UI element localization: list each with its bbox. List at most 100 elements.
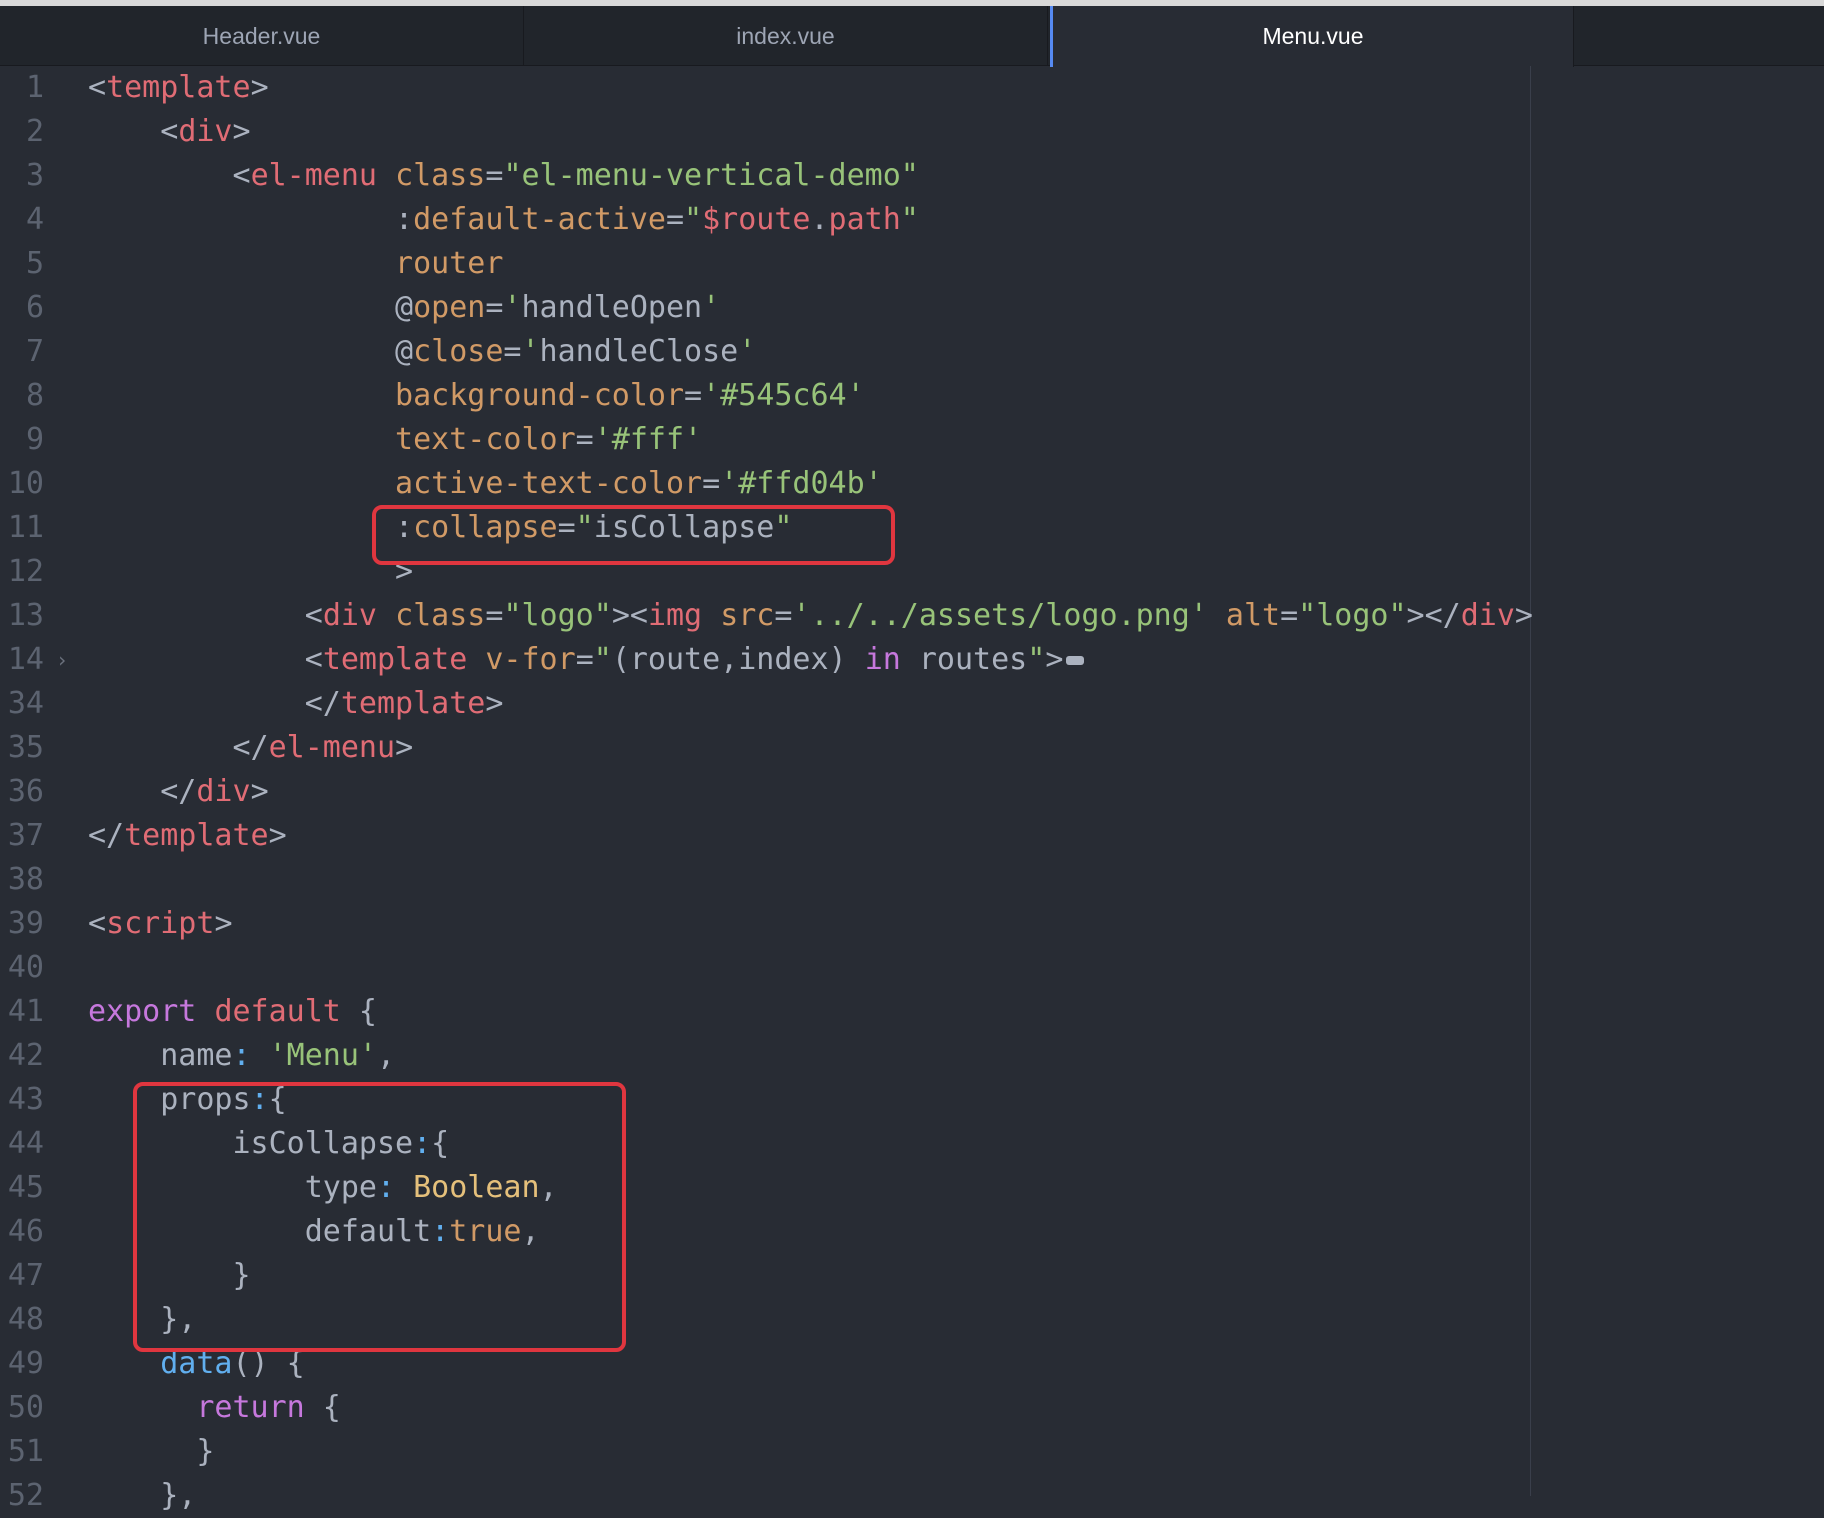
code-line[interactable]: 13 <div class="logo"><img src='../../ass… bbox=[0, 594, 1824, 638]
code-text: @close='handleClose' bbox=[88, 330, 756, 374]
code-token: = bbox=[503, 334, 522, 369]
code-line[interactable]: 2 <div> bbox=[0, 110, 1824, 154]
line-number: 2 bbox=[25, 114, 44, 149]
code-token: (route,index) bbox=[611, 642, 865, 677]
code-token: div bbox=[196, 774, 251, 809]
line-number: 43 bbox=[7, 1082, 44, 1117]
line-number: 14 bbox=[7, 642, 44, 677]
line-number: 45 bbox=[7, 1170, 44, 1205]
code-text: background-color='#545c64' bbox=[88, 374, 865, 418]
code-line[interactable]: 8 background-color='#545c64' bbox=[0, 374, 1824, 418]
code-token: : bbox=[88, 202, 414, 237]
line-number: 39 bbox=[7, 906, 44, 941]
line-number: 6 bbox=[25, 290, 44, 325]
line-number: 52 bbox=[7, 1478, 44, 1513]
code-token: " bbox=[593, 642, 612, 677]
code-text: active-text-color='#ffd04b' bbox=[88, 462, 883, 506]
code-token: src bbox=[720, 598, 775, 633]
line-number: 51 bbox=[7, 1434, 44, 1469]
line-number: 8 bbox=[25, 378, 44, 413]
code-line[interactable]: 9 text-color='#fff' bbox=[0, 418, 1824, 462]
code-line[interactable]: 6 @open='handleOpen' bbox=[0, 286, 1824, 330]
code-token: } bbox=[88, 1434, 215, 1469]
code-token: routes bbox=[900, 642, 1028, 677]
code-line[interactable]: 12 > bbox=[0, 550, 1824, 594]
code-line[interactable]: 41 export default { bbox=[0, 990, 1824, 1034]
tab-bar: Header.vue index.vue Menu.vue bbox=[0, 6, 1824, 67]
code-line[interactable]: 35 </el-menu> bbox=[0, 726, 1824, 770]
code-text: </template> bbox=[88, 814, 287, 858]
code-text: name: 'Menu', bbox=[88, 1034, 395, 1078]
code-token: default bbox=[214, 994, 341, 1029]
code-token: { bbox=[304, 1390, 341, 1425]
line-number: 50 bbox=[7, 1390, 44, 1425]
code-text: </template> bbox=[88, 682, 504, 726]
code-line[interactable]: 4 :default-active="$route.path" bbox=[0, 198, 1824, 242]
code-token: </ bbox=[88, 818, 125, 853]
code-token: ' bbox=[521, 334, 540, 369]
code-token: >< bbox=[611, 598, 648, 633]
code-token: class bbox=[395, 598, 486, 633]
code-token: ' bbox=[738, 334, 757, 369]
code-token: = bbox=[774, 598, 793, 633]
code-token: img bbox=[647, 598, 703, 633]
code-token: router bbox=[395, 246, 504, 281]
code-line[interactable]: 3 <el-menu class="el-menu-vertical-demo" bbox=[0, 154, 1824, 198]
code-token: : bbox=[232, 1038, 251, 1073]
code-token: { bbox=[340, 994, 377, 1029]
code-token: "logo" bbox=[503, 598, 612, 633]
code-line[interactable]: 40 bbox=[0, 946, 1824, 990]
code-line[interactable]: 51 } bbox=[0, 1430, 1824, 1474]
code-token: = bbox=[665, 202, 685, 237]
line-number: 3 bbox=[25, 158, 44, 193]
code-line[interactable]: 34 </template> bbox=[0, 682, 1824, 726]
line-number: 48 bbox=[7, 1302, 44, 1337]
code-line[interactable]: 5 router bbox=[0, 242, 1824, 286]
code-line[interactable]: 42 name: 'Menu', bbox=[0, 1034, 1824, 1078]
code-line[interactable]: 50 return { bbox=[0, 1386, 1824, 1430]
code-token: </ bbox=[88, 686, 341, 721]
code-token: '#545c64' bbox=[702, 378, 865, 413]
code-token: : bbox=[88, 510, 414, 545]
code-line[interactable]: 11 :collapse="isCollapse" bbox=[0, 506, 1824, 550]
code-line[interactable]: 7 @close='handleClose' bbox=[0, 330, 1824, 374]
line-number: 37 bbox=[7, 818, 44, 853]
code-line[interactable]: 36 </div> bbox=[0, 770, 1824, 814]
code-line[interactable]: 1 <template> bbox=[0, 66, 1824, 110]
code-token: > bbox=[250, 70, 269, 105]
code-token: active-text-color bbox=[395, 466, 703, 501]
code-line[interactable]: 52 }, bbox=[0, 1474, 1824, 1518]
line-number: 38 bbox=[7, 862, 44, 897]
code-token: background-color bbox=[395, 378, 685, 413]
line-number: 44 bbox=[7, 1126, 44, 1161]
code-token: < bbox=[88, 70, 107, 105]
code-token: '#ffd04b' bbox=[720, 466, 883, 501]
code-token: ' bbox=[503, 290, 522, 325]
code-line[interactable]: 38 bbox=[0, 858, 1824, 902]
code-token: < bbox=[88, 114, 179, 149]
tab-header-vue[interactable]: Header.vue bbox=[0, 6, 524, 66]
fold-chevron-icon[interactable]: › bbox=[56, 638, 68, 682]
code-text: </div> bbox=[88, 770, 268, 814]
collapse-attribute-highlight bbox=[372, 505, 895, 565]
code-line[interactable]: 39 <script> bbox=[0, 902, 1824, 946]
tab-menu-vue[interactable]: Menu.vue bbox=[1050, 6, 1574, 67]
code-token: template bbox=[124, 818, 269, 853]
code-line[interactable]: 37 </template> bbox=[0, 814, 1824, 858]
code-token: = bbox=[1280, 598, 1299, 633]
code-text: <el-menu class="el-menu-vertical-demo" bbox=[88, 154, 918, 198]
tab-index-vue[interactable]: index.vue bbox=[524, 6, 1048, 66]
code-token: '#fff' bbox=[593, 422, 703, 457]
code-token: 'Menu' bbox=[268, 1038, 377, 1073]
code-line[interactable]: 14 › <template v-for="(route,index) in ro… bbox=[0, 638, 1824, 682]
code-token: </ bbox=[88, 774, 197, 809]
code-line[interactable]: 10 active-text-color='#ffd04b' bbox=[0, 462, 1824, 506]
folded-ellipsis-icon[interactable] bbox=[1066, 656, 1085, 665]
line-number: 11 bbox=[7, 510, 44, 545]
line-number: 5 bbox=[25, 246, 44, 281]
line-number: 36 bbox=[7, 774, 44, 809]
code-token: el-menu bbox=[250, 158, 377, 193]
